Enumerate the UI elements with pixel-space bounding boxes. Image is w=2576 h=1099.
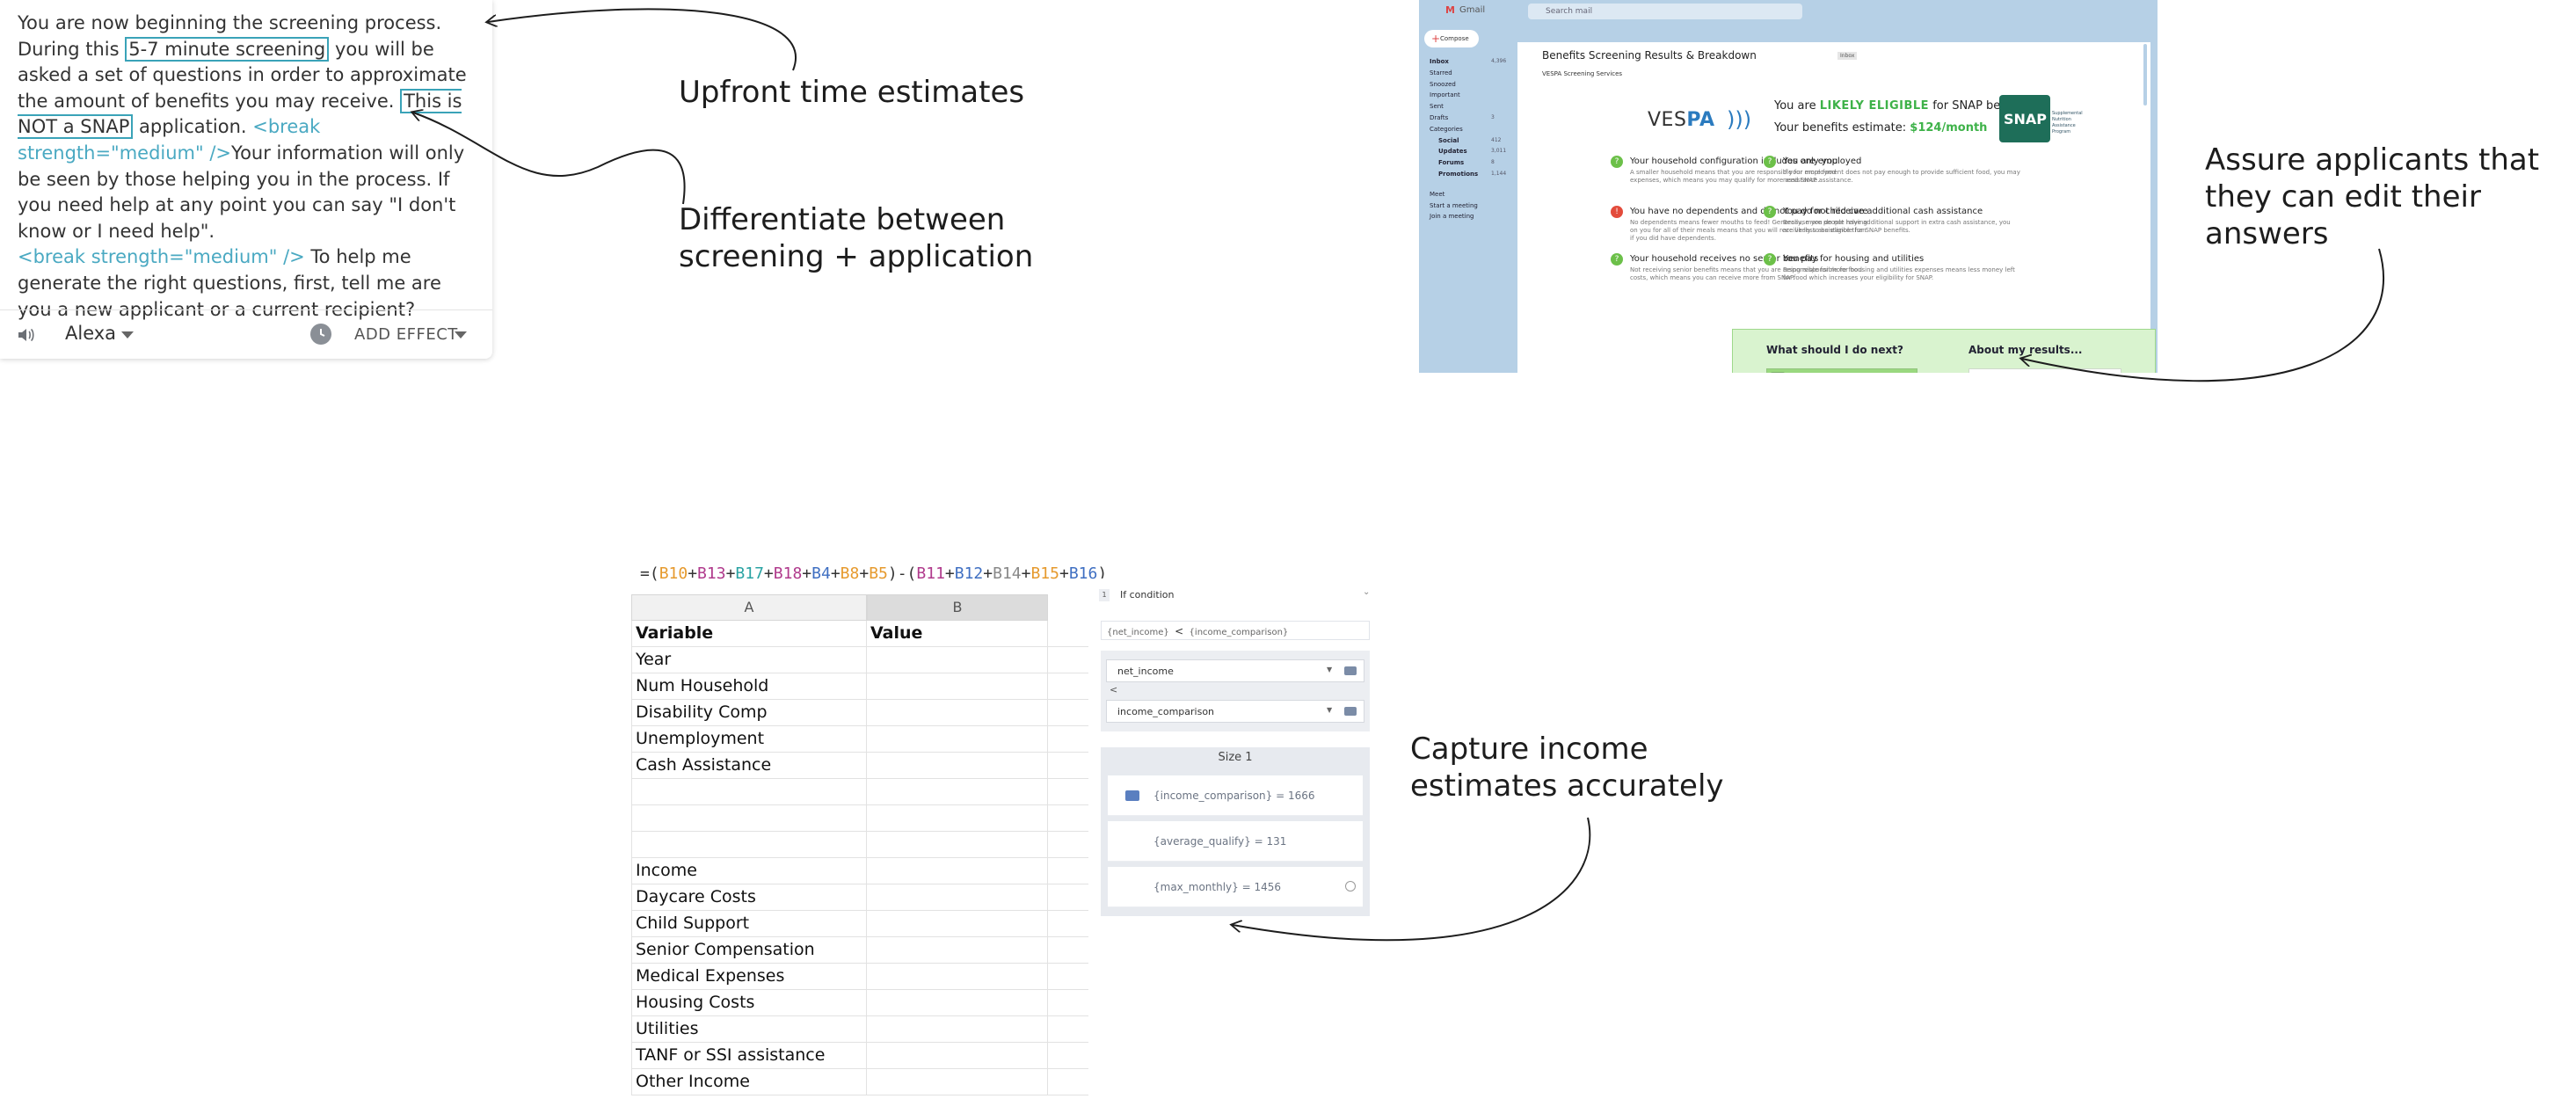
arrow-assure <box>2022 248 2384 382</box>
arrow-time-estimates <box>488 8 797 71</box>
arrow-differentiate <box>413 113 686 205</box>
annotation-arrows <box>0 8 2384 942</box>
arrow-income <box>1233 817 1591 942</box>
